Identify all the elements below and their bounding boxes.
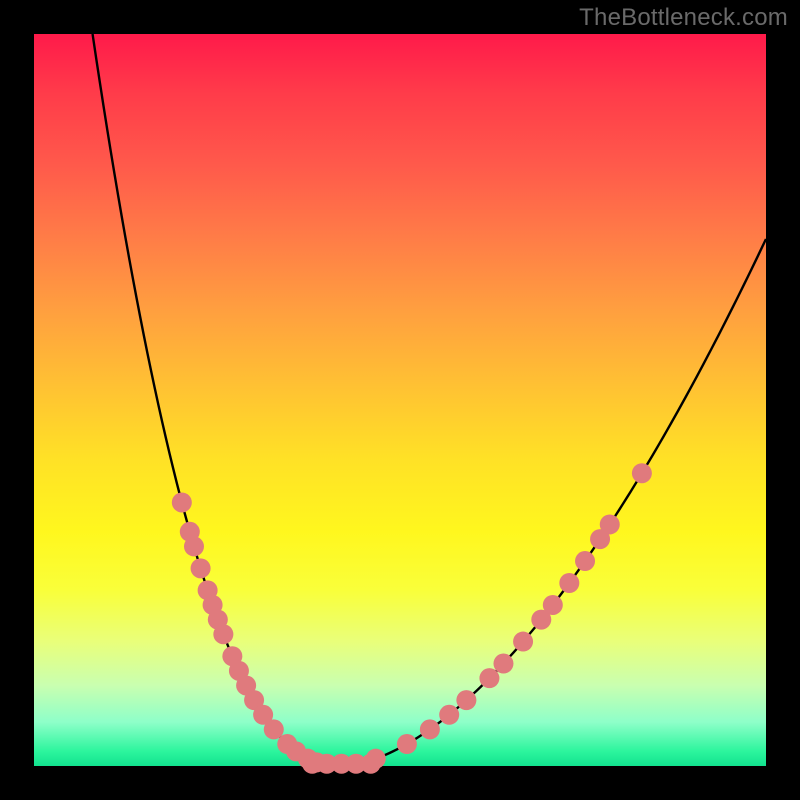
data-marker	[575, 551, 595, 571]
data-marker	[543, 595, 563, 615]
data-marker	[366, 749, 386, 769]
data-marker	[456, 690, 476, 710]
watermark-text: TheBottleneck.com	[579, 4, 788, 32]
curve-left-branch	[93, 34, 342, 766]
data-marker	[479, 668, 499, 688]
chart-frame: TheBottleneck.com	[0, 0, 800, 800]
data-marker	[632, 463, 652, 483]
data-marker	[397, 734, 417, 754]
data-marker	[191, 558, 211, 578]
plot-area	[34, 34, 766, 766]
data-marker	[184, 536, 204, 556]
curve-right-branch	[341, 239, 766, 766]
bottleneck-curve	[34, 34, 766, 766]
data-marker	[213, 624, 233, 644]
data-marker	[493, 654, 513, 674]
data-marker	[420, 719, 440, 739]
data-marker	[439, 705, 459, 725]
data-marker	[600, 514, 620, 534]
data-marker	[559, 573, 579, 593]
data-marker	[264, 719, 284, 739]
curve-markers	[172, 463, 652, 774]
data-marker	[513, 632, 533, 652]
data-marker	[172, 492, 192, 512]
